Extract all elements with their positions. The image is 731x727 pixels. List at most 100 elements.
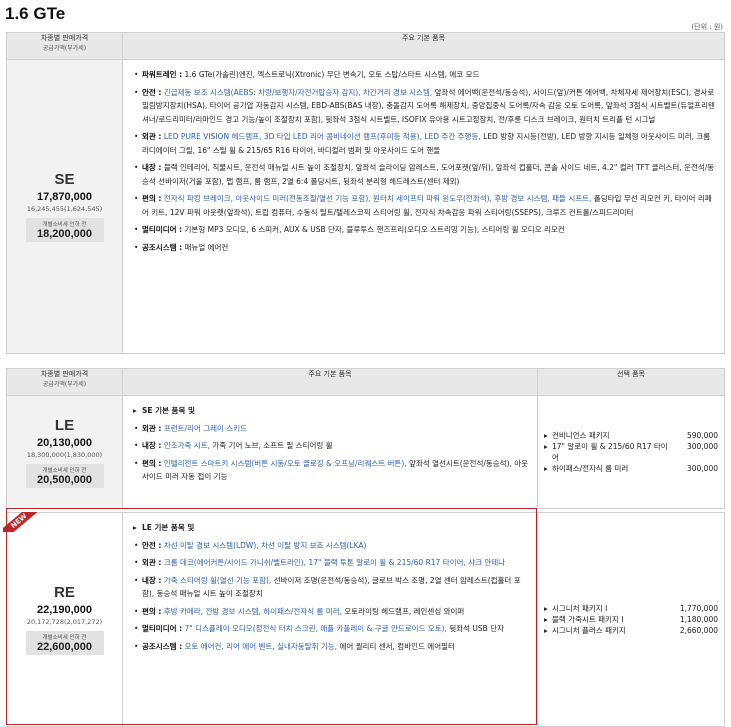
feature-item: 내장 : 가죽 스티어링 휠(열선 기능 포함), 선바이저 조명(운전석/동승… [133, 574, 529, 601]
feature-item: 편의 : 후방 카메라, 전방 경보 시스템, 하이패스/전자식 룸 미러, 오… [133, 605, 529, 619]
feature-highlight: 오토 에어컨, 리어 에어 벤트, 실내자동탈취 기능, [184, 641, 338, 651]
option-price: 1,770,000 [679, 604, 718, 613]
option-name: 시그니처 플러스 패키지 [544, 625, 626, 636]
feature-highlight: 프런트/리어 그레이 스키드 [163, 423, 248, 433]
pre-tax-box: 개별소비세 인하 전 22,600,000 [25, 631, 104, 655]
option-price: 2,660,000 [679, 626, 718, 635]
feature-category: 내장 : [142, 441, 162, 450]
feature-category: 파워트레인 : [142, 70, 183, 79]
feature-text: 1.6 GTe(가솔린)엔진, 엑스트로닉(Xtronic) 무단 변속기, 오… [184, 70, 480, 79]
feature-item: 안전 : 차선 이탈 경보 시스템(LDW), 차선 이탈 방지 보조 시스템(… [133, 539, 529, 553]
re-options: 시그니처 패키지 I 1,770,000 블랙 가죽시트 패키지 I 1,180,00… [537, 512, 725, 727]
le-features: SE 기본 품목 및 외관 : 프런트/리어 그레이 스키드 내장 : 인조가죽… [122, 395, 538, 509]
feature-item: 공조시스템 : 오토 에어컨, 리어 에어 벤트, 실내자동탈취 기능, 에어 … [133, 640, 529, 654]
option-name: 하이패스/전자식 룸 미러 [544, 463, 628, 474]
feature-highlight: 긴급제동 보조 시스템(AEBS: 차량/보행자/자전거탑승자 감지), 차간거… [163, 87, 433, 97]
feature-highlight: LED PURE VISION 헤드램프, 3D 타입 LED 리어 콤비네이션… [163, 132, 481, 141]
option-price: 300,000 [686, 464, 718, 473]
trim-name: LE [54, 416, 75, 434]
feature-category: 외관 : [142, 558, 162, 567]
feature-category: 멀티미디어 : [142, 624, 183, 633]
feature-category: 편의 : [142, 606, 162, 616]
pre-tax-box: 개별소비세 인하 전 20,500,000 [25, 463, 104, 488]
options-header: 선택 품목 [537, 368, 725, 396]
feature-text: 가죽 기어 노브, 소프트 필 스티어링 휠 [212, 441, 333, 450]
re-features: LE 기본 품목 및 안전 : 차선 이탈 경보 시스템(LDW), 차선 이탈… [122, 512, 538, 727]
feature-item: 외관 : LED PURE VISION 헤드램프, 3D 타입 LED 리어 … [133, 130, 716, 157]
feature-highlight: 7" 디스플레이 오디오(정전식 터치 스크린, 애플 카플레이 & 구글 안드… [184, 624, 447, 633]
trim-supply-price: 20,172,728(2,017,272) [26, 618, 103, 626]
option-name: 블랙 가죽시트 패키지 I [544, 614, 623, 625]
feature-item: 내장 : 블랙 인테리어, 직물시트, 운전석 매뉴얼 시트 높이 조절장치, … [133, 161, 716, 188]
feature-category: 안전 : [142, 87, 162, 97]
option-price: 300,000 [686, 442, 718, 451]
price-header: 차종별 판매가격 공급가액(부가세) [6, 32, 123, 60]
feature-item: 외관 : 크롬 데코(에어커튼/사이드 가니쉬/벨트라인), 17" 블랙 투톤… [133, 556, 529, 570]
option-name: 컨비니언스 패키지 [544, 430, 610, 441]
feature-category: 공조시스템 : [142, 242, 183, 252]
trim-name: RE [54, 584, 75, 601]
page-title: 1.6 GTe [5, 4, 66, 23]
feature-highlight: 전자식 파킹 브레이크, 아웃사이드 미러(전동조절/열선 기능 포함), 원터… [163, 194, 592, 203]
feature-category: 내장 : [142, 575, 162, 585]
le-include-label: SE 기본 품목 및 [133, 404, 529, 418]
feature-category: 편의 : [142, 458, 162, 468]
option-row: 시그니처 패키지 I 1,770,000 [544, 603, 718, 614]
feature-item: 공조시스템 : 매뉴얼 에어컨 [133, 241, 716, 255]
feature-category: 외관 : [142, 132, 162, 141]
re-include-label: LE 기본 품목 및 [133, 521, 529, 535]
feature-item: 외관 : 프런트/리어 그레이 스키드 [133, 422, 529, 436]
feature-text: 블랙 인테리어, 직물시트, 운전석 매뉴얼 시트 높이 조절장치, 앞좌석 슬… [142, 163, 715, 186]
feature-text: 오토라이팅 헤드램프, 레인센싱 와이퍼 [344, 606, 465, 616]
feature-item: 편의 : 인텔리전트 스마트키 시스템(버튼 시동/오토 클로징 & 오프닝/리… [133, 457, 529, 484]
option-row: 시그니처 플러스 패키지 2,660,000 [544, 625, 718, 636]
trim-price: 22,190,000 [36, 604, 93, 616]
option-name: 시그니처 패키지 I [544, 603, 607, 614]
new-badge: NEW [3, 512, 41, 532]
feature-category: 멀티미디어 : [142, 225, 183, 234]
feature-text: 에어 퀄리티 센서, 컴바인드 에어필터 [339, 641, 455, 651]
trim-name: SE [54, 171, 75, 188]
price-header: 차종별 판매가격 공급가액(부가세) [6, 368, 123, 396]
option-price: 1,180,000 [679, 615, 718, 624]
se-features: 파워트레인 : 1.6 GTe(가솔린)엔진, 엑스트로닉(Xtronic) 무… [122, 59, 725, 354]
se-trim-cell: SE 17,870,000 16,245,455(1,624,545) 개별소비… [6, 59, 123, 354]
feature-category: 외관 : [142, 423, 162, 433]
feature-text: 뒷좌석 USB 단자 [449, 624, 505, 633]
feature-highlight: 가죽 스티어링 휠(열선 기능 포함), [163, 575, 272, 585]
feature-category: 편의 : [142, 194, 162, 203]
feature-highlight: 후방 카메라, 전방 경보 시스템, 하이패스/전자식 룸 미러, [163, 606, 342, 616]
option-row: 블랙 가죽시트 패키지 I 1,180,000 [544, 614, 718, 625]
option-name: 17" 알로이 휠 & 215/60 R17 타이어 [544, 441, 672, 463]
trim-price: 20,130,000 [36, 436, 93, 449]
feature-category: 내장 : [142, 163, 162, 172]
trim-supply-price: 16,245,455(1,624,545) [26, 205, 103, 213]
feature-item: 파워트레인 : 1.6 GTe(가솔린)엔진, 엑스트로닉(Xtronic) 무… [133, 68, 716, 82]
feature-highlight: 인조가죽 시트, [163, 441, 210, 450]
feature-item: 멀티미디어 : 기본형 MP3 오디오, 6 스피커, AUX & USB 단자… [133, 223, 716, 237]
feature-highlight: 인텔리전트 스마트키 시스템(버튼 시동/오토 클로징 & 오프닝/리퀘스트 버… [163, 458, 407, 468]
unit-label: (단위 : 원) [691, 23, 723, 31]
re-trim-cell: RE 22,190,000 20,172,728(2,017,272) 개별소비… [6, 512, 123, 727]
feature-item: 내장 : 인조가죽 시트, 가죽 기어 노브, 소프트 필 스티어링 휠 [133, 439, 529, 453]
option-price: 590,000 [686, 431, 718, 440]
features-header: 주요 기본 품목 [122, 32, 725, 60]
le-options: 컨비니언스 패키지590,00017" 알로이 휠 & 215/60 R17 타… [537, 395, 725, 509]
feature-item: 안전 : 긴급제동 보조 시스템(AEBS: 차량/보행자/자전거탑승자 감지)… [133, 86, 716, 127]
le-trim-cell: LE 20,130,000 18,300,000(1,830,000) 개별소비… [6, 395, 123, 509]
le-re-table: 차종별 판매가격 공급가액(부가세) 주요 기본 품목 선택 품목 LE 20,… [6, 368, 725, 727]
feature-item: 멀티미디어 : 7" 디스플레이 오디오(정전식 터치 스크린, 애플 카플레이… [133, 622, 529, 636]
feature-item: 편의 : 전자식 파킹 브레이크, 아웃사이드 미러(전동조절/열선 기능 포함… [133, 192, 716, 219]
feature-category: 안전 : [142, 540, 162, 550]
feature-highlight: 차선 이탈 경보 시스템(LDW), 차선 이탈 방지 보조 시스템(LKA) [163, 540, 367, 550]
option-row: 17" 알로이 휠 & 215/60 R17 타이어 300,000 [544, 441, 718, 463]
pre-tax-box: 개별소비세 인하 전 18,200,000 [25, 218, 104, 242]
option-row: 컨비니언스 패키지 590,000 [544, 430, 718, 441]
feature-category: 공조시스템 : [142, 641, 183, 651]
se-table: 차종별 판매가격 공급가액(부가세) 주요 기본 품목 SE 17,870,00… [6, 32, 725, 354]
feature-text: 매뉴얼 에어컨 [184, 242, 229, 252]
feature-highlight: 크롬 데코(에어커튼/사이드 가니쉬/벨트라인), 17" 블랙 투톤 알로이 … [163, 558, 506, 567]
trim-supply-price: 18,300,000(1,830,000) [26, 450, 103, 459]
feature-text: 기본형 MP3 오디오, 6 스피커, AUX & USB 단자, 블루투스 핸… [184, 225, 565, 234]
option-row: 하이패스/전자식 룸 미러 300,000 [544, 463, 718, 474]
